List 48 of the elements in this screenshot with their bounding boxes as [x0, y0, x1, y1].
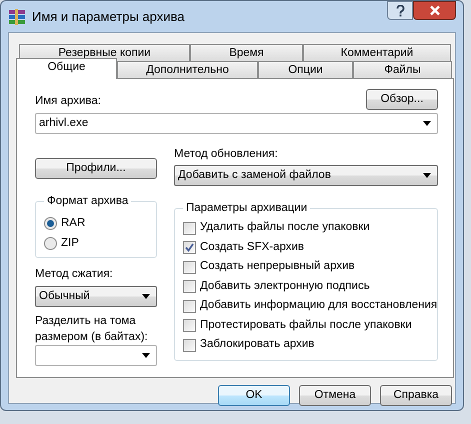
option-label: Добавить информацию для восстановления: [200, 298, 438, 314]
browse-button[interactable]: Обзор...: [366, 89, 438, 110]
group-title: Формат архива: [44, 194, 132, 208]
checkbox[interactable]: [183, 280, 196, 293]
dropdown-arrow-icon: [423, 173, 431, 178]
close-icon[interactable]: [413, 1, 456, 20]
option-label: Заблокировать архив: [200, 337, 314, 352]
option-label: Создать непрерывный архив: [200, 259, 355, 274]
radio-button[interactable]: [44, 236, 57, 250]
tab[interactable]: Комментарий: [303, 44, 451, 61]
dropdown-arrow-icon: [142, 353, 150, 358]
help-icon[interactable]: [387, 1, 413, 20]
option-label: RAR: [61, 216, 86, 232]
checkbox[interactable]: [183, 241, 196, 254]
checkbox[interactable]: [183, 260, 196, 274]
dialog-button[interactable]: OK: [218, 385, 290, 406]
archive-name-combobox[interactable]: arhivl.exe: [35, 113, 438, 134]
option-label: ZIP: [61, 236, 79, 251]
tab[interactable]: Файлы: [353, 61, 452, 78]
field-label: Разделить на тома размером (в байтах):: [35, 314, 149, 346]
radio-button[interactable]: [44, 217, 57, 230]
compression-method-dropdown[interactable]: Обычный: [35, 286, 157, 308]
tab[interactable]: Время: [190, 44, 303, 61]
option-label: Удалить файлы после упаковки: [200, 220, 370, 236]
checkbox[interactable]: [183, 222, 196, 234]
dropdown-arrow-icon: [423, 121, 431, 126]
tab[interactable]: Резервные копии: [19, 44, 190, 61]
field-label: Метод сжатия:: [35, 267, 114, 282]
dialog-button[interactable]: Справка: [380, 385, 452, 406]
group-title: Параметры архивации: [183, 201, 310, 216]
checkbox[interactable]: [183, 319, 196, 332]
volume-size-combobox[interactable]: [35, 345, 157, 366]
dropdown-arrow-icon: [142, 294, 150, 300]
books-stack-icon: [8, 8, 26, 26]
field-label: Имя архива:: [35, 94, 102, 109]
update-method-dropdown[interactable]: Добавить с заменой файлов: [174, 165, 438, 186]
tab[interactable]: Опции: [258, 61, 353, 78]
option-label: Протестировать файлы после упаковки: [200, 318, 412, 333]
option-label: Добавить электронную подпись: [200, 278, 370, 294]
field-label: Метод обновления:: [174, 147, 279, 162]
profiles-button[interactable]: Профили...: [35, 158, 157, 179]
checkbox[interactable]: [183, 338, 196, 352]
option-label: Создать SFX-архив: [200, 240, 304, 255]
tab[interactable]: Дополнительно: [117, 61, 258, 78]
tab[interactable]: Общие: [16, 58, 117, 79]
window-title: Имя и параметры архива: [32, 8, 186, 26]
dialog-button[interactable]: Отмена: [299, 385, 371, 406]
checkbox[interactable]: [183, 300, 196, 312]
